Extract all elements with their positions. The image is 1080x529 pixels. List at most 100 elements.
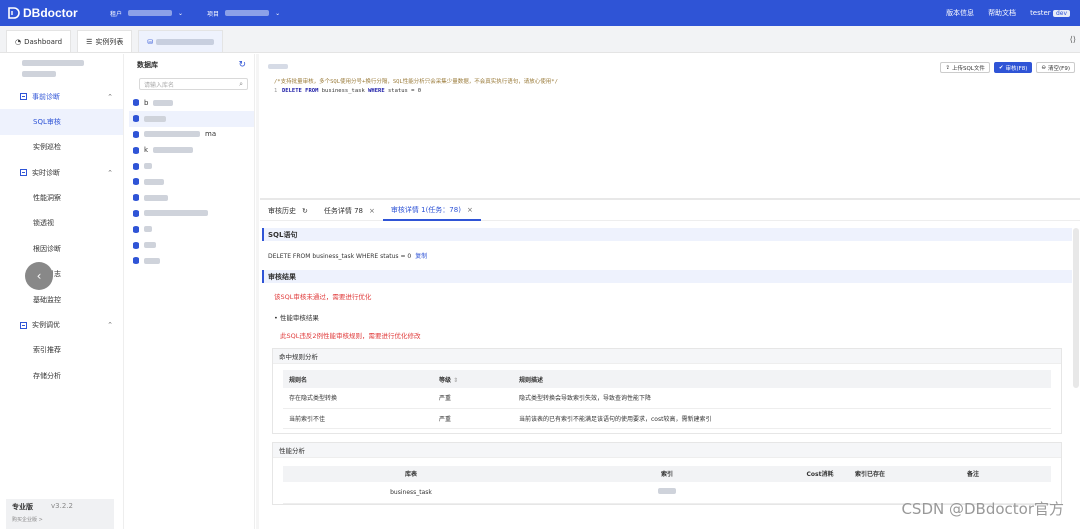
- chevron-down-icon: ⌄: [275, 9, 281, 17]
- sidebar-item-storage-analysis[interactable]: 存储分析: [0, 363, 123, 389]
- project-label: 项目: [207, 10, 220, 18]
- sidebar-item-basic-monitor[interactable]: 基础监控: [0, 287, 123, 313]
- help-docs-link[interactable]: 帮助文档: [988, 8, 1016, 18]
- line-number: 1: [274, 88, 278, 94]
- table-row: 当前索引不佳 严重 当前该表的已有索引不能满足该语句的使用要求，cost较高，需新建…: [283, 408, 1051, 429]
- perf-analysis-card: 性能分析 库表 索引 Cost消耗 索引已存在 备注 business_task: [272, 441, 1062, 505]
- database-icon: [133, 130, 139, 138]
- button-label: 清空(F9): [1048, 65, 1070, 72]
- instance-name-redacted: [22, 60, 84, 66]
- sidebar-item-inspection[interactable]: 实例巡检: [0, 135, 123, 161]
- database-icon: [133, 178, 139, 186]
- list-item[interactable]: [129, 237, 254, 253]
- db-name-redacted: [153, 147, 194, 154]
- clear-button[interactable]: ⊖ 清空(F9): [1036, 62, 1075, 73]
- column-header: 规则描述: [513, 370, 1051, 388]
- tab-task-detail[interactable]: 任务详情 78 ×: [316, 201, 383, 221]
- list-item[interactable]: [129, 174, 254, 190]
- list-item[interactable]: [129, 110, 254, 127]
- audit-button[interactable]: ✔ 审核(F8): [993, 62, 1033, 73]
- list-item[interactable]: [129, 221, 254, 237]
- buy-enterprise-link[interactable]: 购买企业版 >: [12, 516, 108, 523]
- editor-title-redacted: [268, 64, 288, 69]
- sidebar-item-performance-insight[interactable]: 性能洞察: [0, 185, 123, 211]
- project-value-redacted: [225, 10, 270, 16]
- sidebar-group-tuning[interactable]: 实例调优 ⌃: [0, 313, 123, 338]
- edition-box: 专业版 v3.2.2 购买企业版 >: [6, 499, 114, 529]
- database-icon: [133, 257, 139, 265]
- database-icon: [133, 99, 139, 107]
- list-item[interactable]: b: [129, 95, 254, 111]
- close-icon[interactable]: ×: [467, 206, 473, 214]
- tab-current-instance[interactable]: ⛁: [138, 30, 224, 52]
- collapse-sidebar-button[interactable]: ‹: [25, 262, 53, 290]
- list-item[interactable]: [129, 158, 254, 174]
- perf-audit-title: • 性能审核结果: [274, 314, 319, 322]
- sql-code[interactable]: /*支持批量审核，多个SQL使用分号+换行分隔，SQL性能分析只会采集少量数据，…: [274, 78, 558, 96]
- button-label: 上传SQL文件: [951, 65, 985, 72]
- list-item[interactable]: [129, 190, 254, 206]
- tenant-selector[interactable]: 租户 ⌄: [110, 9, 183, 18]
- list-item[interactable]: [129, 206, 254, 222]
- database-icon: [133, 194, 139, 202]
- rule-name: 存在隐式类型转换: [283, 388, 433, 409]
- sidebar-item-index-recommend[interactable]: 索引推荐: [0, 338, 123, 364]
- list-item[interactable]: [129, 253, 254, 269]
- chevron-up-icon: ⌃: [107, 321, 113, 329]
- sidebar-item-audit-log[interactable]: 审计日志: [0, 262, 123, 288]
- tenant-value-redacted: [128, 10, 173, 16]
- sql-editor[interactable]: ⇪ 上传SQL文件 ✔ 审核(F8) ⊖ 清空(F9) /*支持批量审核，多个SQL使…: [260, 54, 1080, 200]
- item-label: 基础监控: [33, 295, 61, 304]
- dbdoctor-logo-icon: [8, 7, 20, 19]
- panel-resize-handle[interactable]: [256, 54, 259, 529]
- close-icon[interactable]: ×: [369, 207, 375, 215]
- group-label: 实例调优: [32, 321, 60, 329]
- upload-sql-button[interactable]: ⇪ 上传SQL文件: [940, 62, 990, 73]
- db-name-redacted: [144, 210, 208, 217]
- sidebar-item-lock-view[interactable]: 锁透视: [0, 211, 123, 237]
- sidebar-item-root-cause[interactable]: 根因诊断: [0, 236, 123, 262]
- column-header: Cost消耗: [795, 465, 845, 482]
- column-header[interactable]: 等级 ⇕: [433, 370, 513, 388]
- list-item[interactable]: k: [129, 142, 254, 158]
- tab-label: 任务详情 78: [323, 206, 364, 215]
- grid-icon: [20, 169, 27, 176]
- tab-instance-list[interactable]: ☰ 实例列表: [77, 30, 133, 52]
- search-icon: ⌕: [239, 79, 243, 88]
- tab-label-redacted: [156, 38, 215, 45]
- tab-audit-history[interactable]: 审核历史 ↻: [260, 201, 316, 221]
- env-tag: dev: [1052, 10, 1070, 17]
- copy-link[interactable]: 复制: [415, 253, 427, 260]
- item-label: 性能洞察: [33, 193, 61, 202]
- chevron-up-icon: ⌃: [107, 92, 113, 101]
- sidebar-item-sql-audit[interactable]: SQL审核: [0, 109, 123, 135]
- user-menu[interactable]: tester dev: [1030, 9, 1070, 17]
- sidebar-group-realtime-diagnosis[interactable]: 实时诊断 ⌃: [0, 160, 123, 185]
- project-selector[interactable]: 项目 ⌄: [207, 9, 280, 18]
- db-name-redacted: [144, 178, 164, 185]
- refresh-icon[interactable]: ↻: [238, 60, 246, 70]
- database-search-input[interactable]: 请输入库名 ⌕: [139, 78, 248, 90]
- sidebar-group-pre-diagnosis[interactable]: 事前诊断 ⌃: [0, 84, 123, 109]
- brand-logo[interactable]: DBdoctor: [8, 6, 96, 20]
- refresh-icon[interactable]: ↻: [302, 207, 308, 215]
- perf-warning: 此SQL违反2例性能审核规则，需要进行优化修改: [280, 332, 421, 340]
- audit-icon: ✔: [998, 64, 1004, 71]
- db-name-redacted: [144, 257, 160, 264]
- perf-title-text: 性能审核结果: [279, 314, 319, 322]
- dashboard-icon: ◔: [15, 37, 22, 46]
- sidebar: 事前诊断 ⌃ SQL审核 实例巡检 实时诊断 ⌃ 性能洞察 锁透视 根因诊断 审…: [0, 54, 124, 529]
- item-label: 根因诊断: [33, 244, 61, 253]
- list-item[interactable]: ma: [129, 127, 254, 143]
- results-scrollbar[interactable]: [1073, 228, 1079, 388]
- expand-tabs-icon[interactable]: ⟨⟩: [1070, 35, 1076, 44]
- version-info-link[interactable]: 版本信息: [946, 8, 974, 18]
- tenant-label: 租户: [110, 10, 123, 18]
- database-icon: [133, 241, 139, 249]
- tab-audit-detail[interactable]: 审核详情 1(任务：78) ×: [382, 201, 481, 221]
- tab-label: 审核详情 1(任务：78): [390, 205, 461, 214]
- db-name-redacted: [144, 226, 152, 233]
- tab-dashboard[interactable]: ◔ Dashboard: [6, 30, 72, 52]
- hit-rules-title: 命中规则分析: [273, 349, 1061, 364]
- list-icon: ☰: [86, 37, 93, 46]
